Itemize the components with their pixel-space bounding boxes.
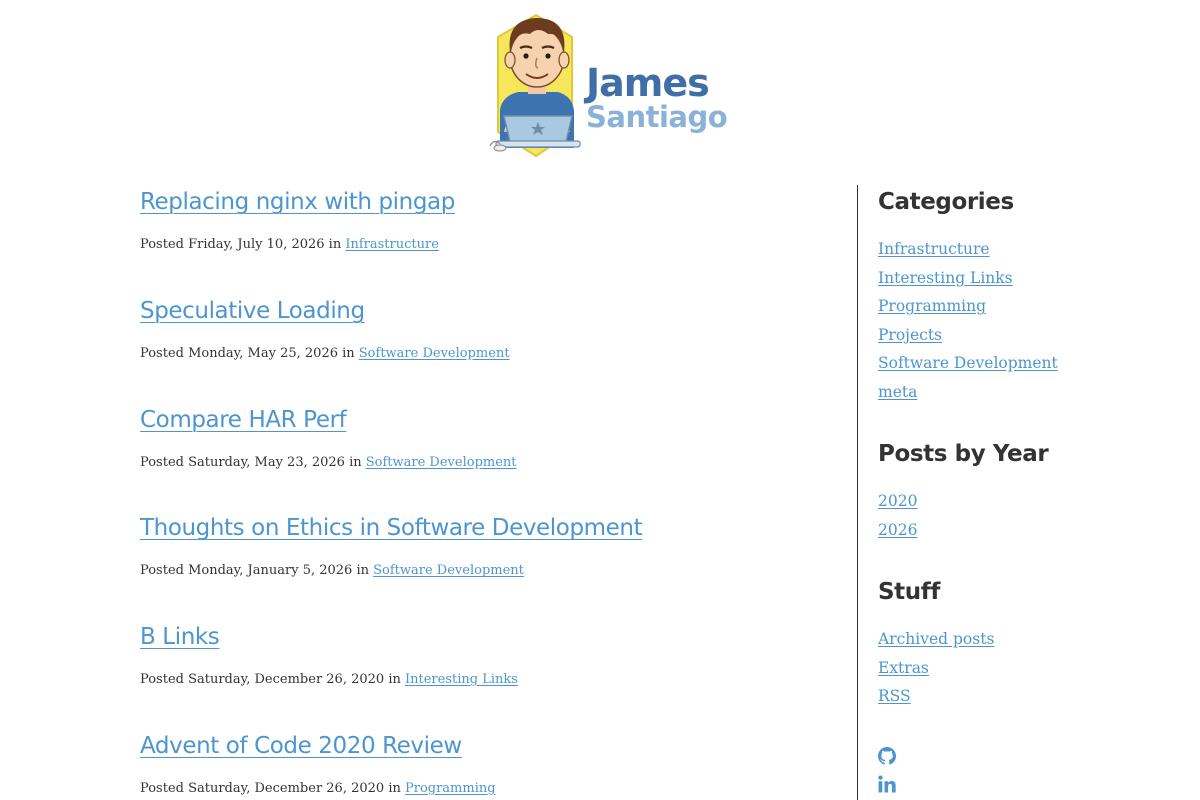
post-category-link[interactable]: Software Development: [359, 346, 510, 361]
year-link-2026[interactable]: 2026: [878, 521, 917, 539]
post-meta: Posted Friday, July 10, 2026 in Infrastr…: [140, 237, 830, 252]
list-item: Archived posts: [878, 625, 994, 654]
post-item: B Links Posted Saturday, December 26, 20…: [140, 622, 830, 731]
stuff-section: Stuff Archived posts Extras RSS: [878, 577, 994, 711]
category-link-infrastructure[interactable]: Infrastructure: [878, 240, 990, 258]
site-header: James Santiago: [0, 0, 1200, 170]
post-item: Advent of Code 2020 Review Posted Saturd…: [140, 731, 830, 800]
list-item: Software Development: [878, 349, 1058, 378]
github-link[interactable]: [878, 747, 898, 767]
post-meta: Posted Saturday, May 23, 2026 in Softwar…: [140, 455, 830, 470]
post-date: Posted Monday, May 25, 2026 in: [140, 345, 359, 361]
post-title-link[interactable]: B Links: [140, 622, 220, 652]
categories-list: Infrastructure Interesting Links Program…: [878, 235, 1058, 407]
post-item: Compare HAR Perf Posted Saturday, May 23…: [140, 405, 830, 514]
post-date: Posted Saturday, December 26, 2020 in: [140, 780, 405, 796]
rss-link[interactable]: RSS: [878, 687, 911, 705]
list-item: Extras: [878, 654, 994, 683]
post-title-link[interactable]: Speculative Loading: [140, 296, 365, 326]
year-link-2020[interactable]: 2020: [878, 492, 917, 510]
post-list: Replacing nginx with pingap Posted Frida…: [140, 187, 830, 800]
post-date: Posted Saturday, December 26, 2020 in: [140, 672, 405, 688]
posts-by-year-section: Posts by Year 2020 2026: [878, 439, 1049, 544]
post-title-link[interactable]: Compare HAR Perf: [140, 405, 347, 435]
logo-first-name: James: [586, 61, 710, 105]
post-date: Posted Friday, July 10, 2026 in: [140, 237, 346, 252]
linkedin-link[interactable]: [878, 775, 898, 795]
post-meta: Posted Monday, May 25, 2026 in Software …: [140, 346, 830, 361]
post-title-link[interactable]: Thoughts on Ethics in Software Developme…: [140, 513, 643, 543]
post-meta: Posted Saturday, December 26, 2020 in In…: [140, 672, 830, 687]
list-item: 2026: [878, 516, 1048, 545]
archived-posts-link[interactable]: Archived posts: [878, 630, 994, 648]
post-item: Replacing nginx with pingap Posted Frida…: [140, 187, 830, 296]
stuff-heading: Stuff: [878, 579, 940, 605]
post-category-link[interactable]: Interesting Links: [405, 672, 518, 687]
linkedin-icon: [878, 775, 896, 793]
post-category-link[interactable]: Software Development: [373, 563, 524, 578]
list-item: Projects: [878, 321, 1058, 350]
post-meta: Posted Saturday, December 26, 2020 in Pr…: [140, 781, 830, 796]
list-item: Interesting Links: [878, 264, 1058, 293]
extras-link[interactable]: Extras: [878, 659, 929, 677]
list-item: 2020: [878, 487, 1048, 516]
logo-last-name: Santiago: [586, 100, 728, 134]
social-links: [878, 747, 898, 800]
category-link-software-development[interactable]: Software Development: [878, 354, 1058, 372]
category-link-programming[interactable]: Programming: [878, 297, 986, 315]
category-link-interesting-links[interactable]: Interesting Links: [878, 269, 1013, 287]
post-meta: Posted Monday, January 5, 2026 in Softwa…: [140, 563, 830, 578]
category-link-meta[interactable]: meta: [878, 383, 917, 401]
post-category-link[interactable]: Programming: [405, 781, 496, 796]
years-list: 2020 2026: [878, 487, 1048, 544]
post-item: Speculative Loading Posted Monday, May 2…: [140, 296, 830, 405]
post-date: Posted Saturday, May 23, 2026 in: [140, 454, 366, 470]
posts-by-year-heading: Posts by Year: [878, 441, 1049, 467]
post-category-link[interactable]: Infrastructure: [345, 237, 439, 252]
list-item: Infrastructure: [878, 235, 1058, 264]
post-date: Posted Monday, January 5, 2026 in: [140, 563, 374, 579]
post-title-link[interactable]: Advent of Code 2020 Review: [140, 731, 462, 761]
github-icon: [878, 747, 896, 765]
categories-section: Categories Infrastructure Interesting Li…: [878, 187, 1058, 407]
category-link-projects[interactable]: Projects: [878, 326, 942, 344]
list-item: meta: [878, 378, 1058, 407]
list-item: RSS: [878, 682, 994, 711]
post-category-link[interactable]: Software Development: [366, 455, 517, 470]
post-item: Thoughts on Ethics in Software Developme…: [140, 513, 830, 622]
sidebar-divider: [857, 185, 858, 800]
list-item: Programming: [878, 292, 1058, 321]
stuff-list: Archived posts Extras RSS: [878, 625, 994, 711]
post-title-link[interactable]: Replacing nginx with pingap: [140, 187, 455, 217]
categories-heading: Categories: [878, 189, 1014, 215]
